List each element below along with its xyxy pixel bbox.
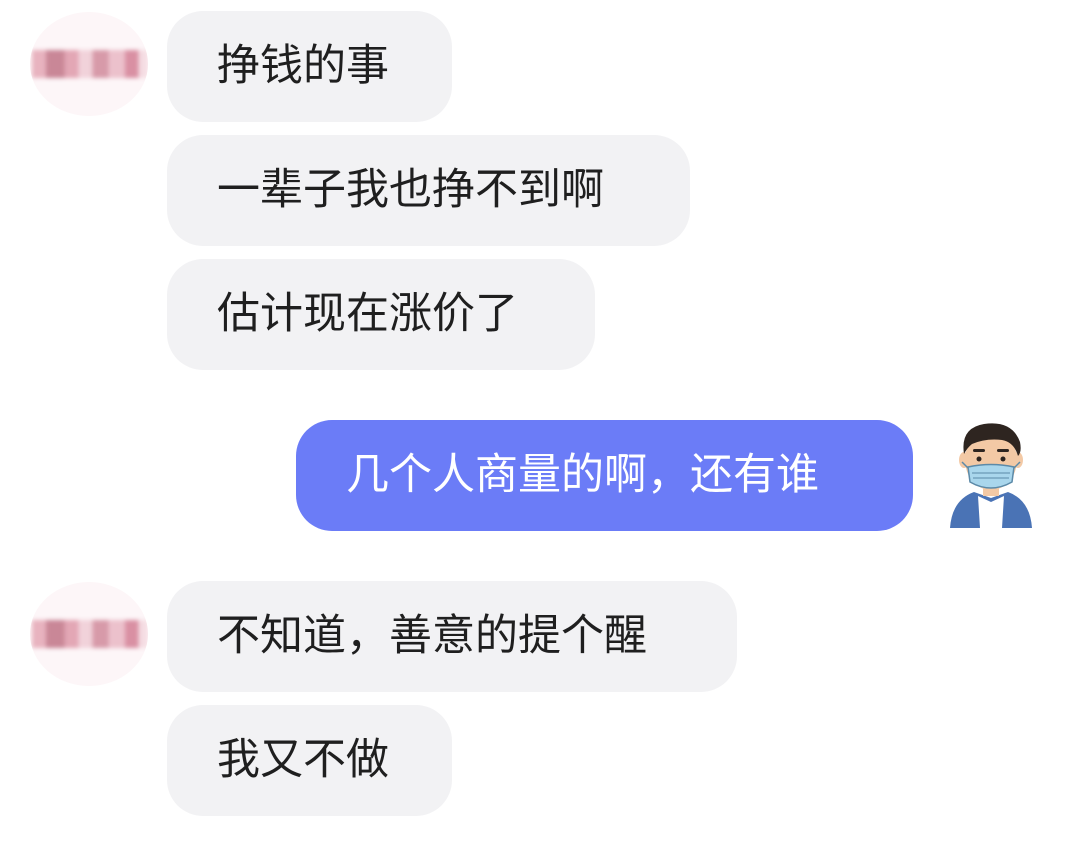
message-bubble[interactable]: 不知道，善意的提个醒 [167, 581, 737, 692]
outgoing-message-bubble[interactable]: 几个人商量的啊，还有谁 [296, 420, 913, 531]
message-bubble[interactable]: 估计现在涨价了 [167, 259, 595, 370]
message-text: 我又不做 [217, 735, 389, 785]
message-text: 几个人商量的啊，还有谁 [346, 450, 819, 500]
message-text: 一辈子我也挣不到啊 [217, 165, 604, 215]
message-text: 不知道，善意的提个醒 [217, 611, 647, 661]
message-text: 挣钱的事 [217, 41, 389, 91]
message-bubble[interactable]: 我又不做 [167, 705, 452, 816]
contact-avatar[interactable] [30, 12, 148, 116]
blurred-avatar-icon [32, 50, 148, 78]
contact-avatar[interactable] [30, 582, 148, 686]
message-text: 估计现在涨价了 [217, 289, 518, 339]
message-bubble[interactable]: 挣钱的事 [167, 11, 452, 122]
masked-man-avatar-icon [950, 423, 1032, 528]
message-bubble[interactable]: 一辈子我也挣不到啊 [167, 135, 690, 246]
blurred-avatar-icon [32, 620, 148, 648]
self-avatar[interactable] [942, 418, 1040, 528]
